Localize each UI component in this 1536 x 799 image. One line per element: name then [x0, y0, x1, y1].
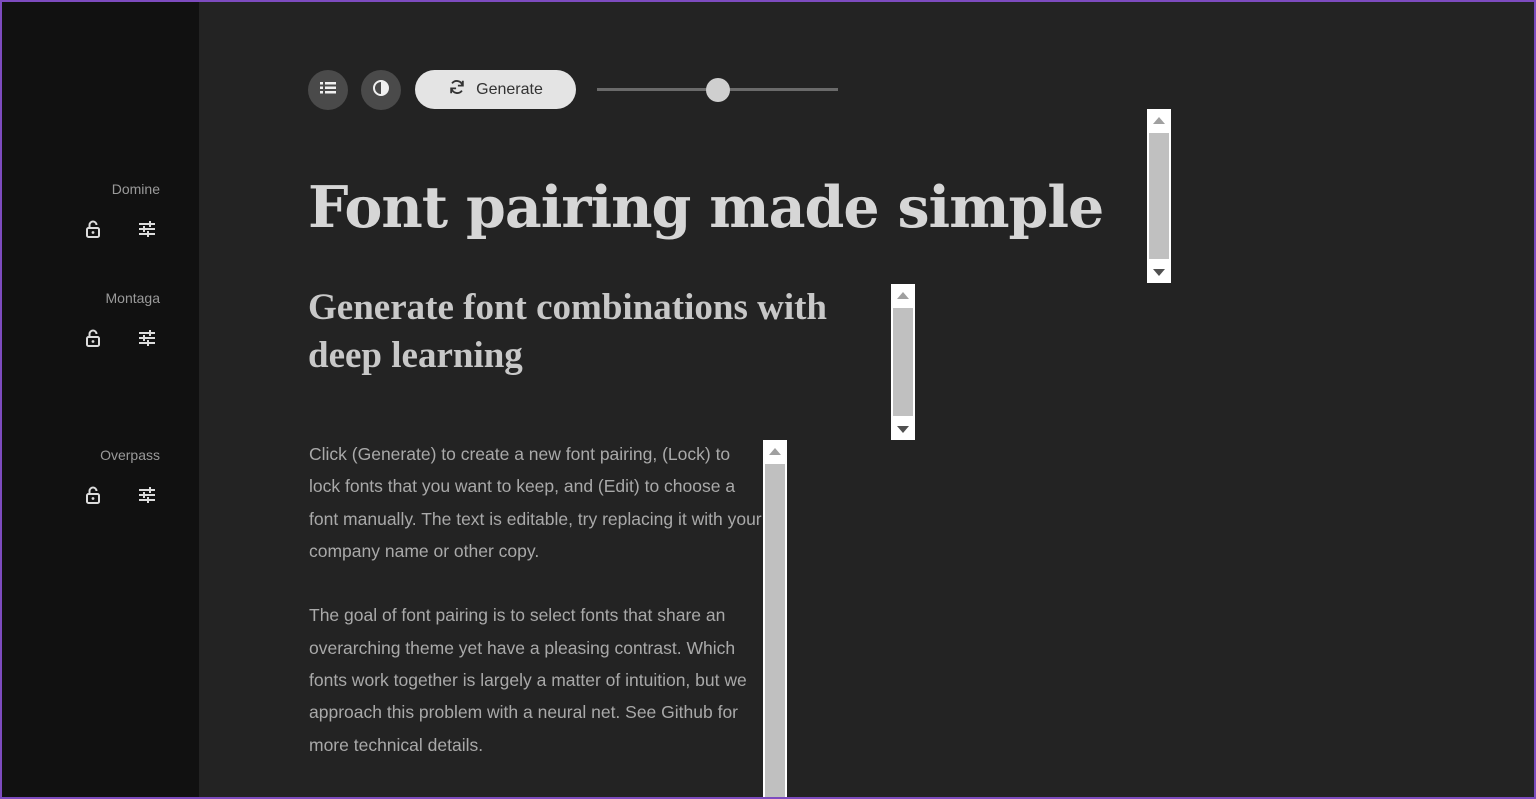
- font-name-heading: Domine: [111, 181, 160, 197]
- body-text[interactable]: Click (Generate) to create a new font pa…: [309, 438, 764, 793]
- scroll-down-arrow-icon[interactable]: [891, 418, 915, 440]
- scrollbar-thumb[interactable]: [765, 464, 785, 799]
- subhead-scrollbar[interactable]: [891, 284, 915, 440]
- contrast-icon: [371, 78, 391, 103]
- sliders-icon[interactable]: [136, 327, 158, 349]
- headline-scrollbar[interactable]: [1147, 109, 1171, 283]
- generate-button[interactable]: Generate: [415, 70, 576, 109]
- headline-text[interactable]: Font pairing made simple: [308, 168, 1104, 248]
- scrollbar-thumb[interactable]: [1149, 133, 1169, 259]
- font-name-subheading: Montaga: [105, 290, 160, 306]
- scroll-up-arrow-icon[interactable]: [1147, 109, 1171, 131]
- refresh-icon: [448, 78, 466, 101]
- font-name-body: Overpass: [100, 447, 160, 463]
- sidebar: Domine Montaga Overpass: [2, 2, 199, 797]
- scrollbar-thumb[interactable]: [893, 308, 913, 416]
- body-paragraph[interactable]: The goal of font pairing is to select fo…: [309, 599, 764, 760]
- sliders-icon[interactable]: [136, 218, 158, 240]
- list-button[interactable]: [308, 70, 348, 110]
- subhead-text[interactable]: Generate font combinations with deep lea…: [308, 284, 898, 380]
- scroll-up-arrow-icon[interactable]: [763, 440, 787, 462]
- lock-icon[interactable]: [82, 218, 104, 240]
- generate-label: Generate: [476, 80, 543, 98]
- scroll-down-arrow-icon[interactable]: [1147, 261, 1171, 283]
- lock-icon[interactable]: [82, 484, 104, 506]
- body-scrollbar[interactable]: [763, 440, 787, 799]
- scroll-up-arrow-icon[interactable]: [891, 284, 915, 306]
- sliders-icon[interactable]: [136, 484, 158, 506]
- size-slider-thumb[interactable]: [705, 78, 730, 102]
- contrast-button[interactable]: [361, 70, 401, 110]
- lock-icon[interactable]: [82, 327, 104, 349]
- body-paragraph[interactable]: Click (Generate) to create a new font pa…: [309, 438, 764, 567]
- list-icon: [318, 78, 338, 103]
